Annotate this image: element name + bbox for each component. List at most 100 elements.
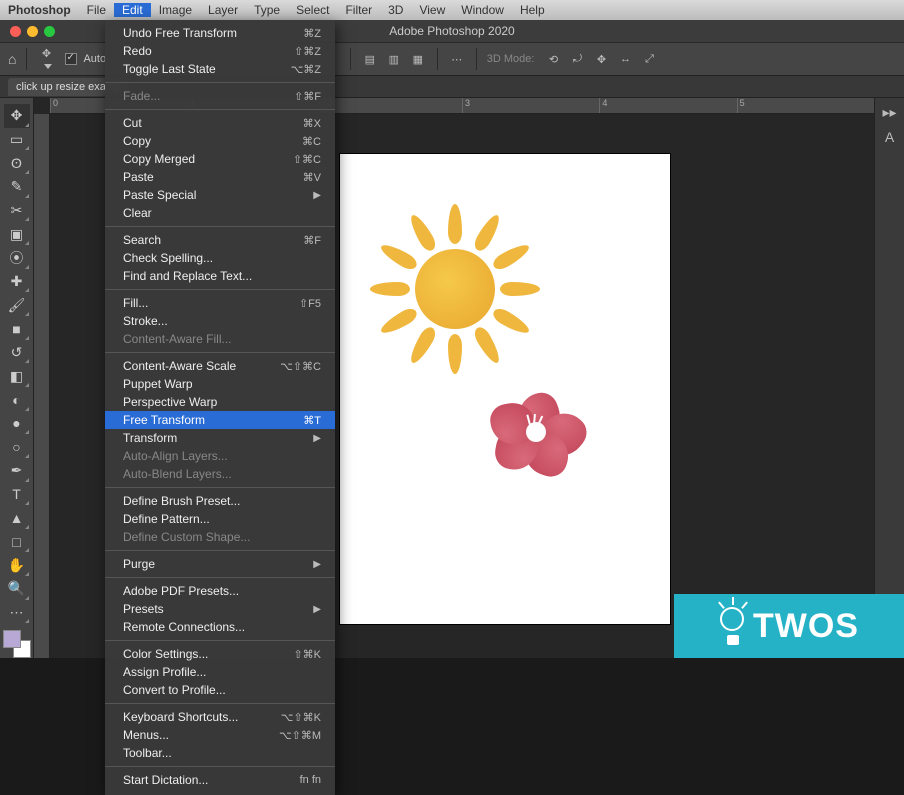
color-swatches[interactable] xyxy=(3,630,31,658)
menu-item-find-and-replace-text[interactable]: Find and Replace Text... xyxy=(105,267,335,285)
type-tool[interactable]: T xyxy=(4,483,30,507)
pen-tool[interactable]: ✒ xyxy=(4,459,30,483)
menu-shortcut: ⇧⌘K xyxy=(293,648,321,661)
menubar-item-window[interactable]: Window xyxy=(453,3,512,17)
3d-slide-icon[interactable]: ↔ xyxy=(616,53,634,65)
lasso-tool[interactable]: ʘ xyxy=(4,151,30,175)
menu-item-puppet-warp[interactable]: Puppet Warp xyxy=(105,375,335,393)
path-select-tool[interactable]: ▲ xyxy=(4,506,30,530)
quick-select-tool[interactable]: ✎ xyxy=(4,175,30,199)
minimize-window-button[interactable] xyxy=(27,26,38,37)
move-tool-indicator-icon[interactable]: ✥ xyxy=(37,47,55,72)
menu-item-assign-profile[interactable]: Assign Profile... xyxy=(105,663,335,681)
align-left-icon[interactable]: ▤ xyxy=(361,53,379,66)
menu-item-copy[interactable]: Copy⌘C xyxy=(105,132,335,150)
sun-ray-shape xyxy=(378,305,420,337)
menu-item-transform[interactable]: Transform▶ xyxy=(105,429,335,447)
menu-item-fill[interactable]: Fill...⇧F5 xyxy=(105,294,335,312)
close-window-button[interactable] xyxy=(10,26,21,37)
menu-item-define-brush-preset[interactable]: Define Brush Preset... xyxy=(105,492,335,510)
menu-item-cut[interactable]: Cut⌘X xyxy=(105,114,335,132)
menu-item-start-dictation[interactable]: Start Dictation...fn fn xyxy=(105,771,335,789)
menu-item-free-transform[interactable]: Free Transform⌘T xyxy=(105,411,335,429)
menu-item-paste-special[interactable]: Paste Special▶ xyxy=(105,186,335,204)
menu-item-auto-blend-layers: Auto-Blend Layers... xyxy=(105,465,335,483)
rectangle-tool[interactable]: □ xyxy=(4,530,30,554)
sun-ray-shape xyxy=(490,240,532,272)
3d-roll-icon[interactable]: ⤾ xyxy=(568,53,586,66)
menubar-item-layer[interactable]: Layer xyxy=(200,3,246,17)
menu-item-content-aware-scale[interactable]: Content-Aware Scale⌥⇧⌘C xyxy=(105,357,335,375)
menu-item-menus[interactable]: Menus...⌥⇧⌘M xyxy=(105,726,335,744)
menubar-item-type[interactable]: Type xyxy=(246,3,288,17)
menu-item-label: Puppet Warp xyxy=(123,377,193,391)
menu-item-convert-to-profile[interactable]: Convert to Profile... xyxy=(105,681,335,699)
menubar-item-3d[interactable]: 3D xyxy=(380,3,411,17)
align-right-icon[interactable]: ▦ xyxy=(409,53,427,66)
blur-tool[interactable]: ● xyxy=(4,412,30,436)
gradient-tool[interactable]: ◐ xyxy=(4,388,30,412)
menu-item-check-spelling[interactable]: Check Spelling... xyxy=(105,249,335,267)
auto-select-option[interactable]: Auto- xyxy=(65,53,109,65)
3d-pan-icon[interactable]: ✥ xyxy=(592,53,610,66)
frame-tool[interactable]: ▣ xyxy=(4,222,30,246)
expand-panel-icon[interactable]: ▸▸ xyxy=(882,104,896,121)
home-icon[interactable]: ⌂ xyxy=(8,51,16,67)
menu-item-adobe-pdf-presets[interactable]: Adobe PDF Presets... xyxy=(105,582,335,600)
menu-item-purge[interactable]: Purge▶ xyxy=(105,555,335,573)
menu-item-perspective-warp[interactable]: Perspective Warp xyxy=(105,393,335,411)
menu-item-clear[interactable]: Clear xyxy=(105,204,335,222)
more-options-icon[interactable]: ⋯ xyxy=(448,53,466,66)
foreground-color-swatch[interactable] xyxy=(3,630,21,648)
eyedropper-tool[interactable]: ⦿ xyxy=(4,246,30,270)
crop-tool[interactable]: ✂ xyxy=(4,199,30,223)
edit-toolbar[interactable]: ⋯ xyxy=(4,601,30,625)
menu-item-stroke[interactable]: Stroke... xyxy=(105,312,335,330)
menu-item-paste[interactable]: Paste⌘V xyxy=(105,168,335,186)
menu-item-toolbar[interactable]: Toolbar... xyxy=(105,744,335,762)
menu-separator xyxy=(105,577,335,578)
menu-item-label: Cut xyxy=(123,116,142,130)
history-brush-tool[interactable]: ↺ xyxy=(4,341,30,365)
document-canvas[interactable] xyxy=(340,154,670,624)
menu-item-define-pattern[interactable]: Define Pattern... xyxy=(105,510,335,528)
menu-item-copy-merged[interactable]: Copy Merged⇧⌘C xyxy=(105,150,335,168)
brush-tool[interactable]: 🖌 xyxy=(4,293,30,317)
menu-item-undo-free-transform[interactable]: Undo Free Transform⌘Z xyxy=(105,24,335,42)
checkbox-icon[interactable] xyxy=(65,53,77,65)
menubar-item-select[interactable]: Select xyxy=(288,3,337,17)
sun-ray-shape xyxy=(490,305,532,337)
align-center-icon[interactable]: ▥ xyxy=(385,53,403,66)
menu-item-search[interactable]: Search⌘F xyxy=(105,231,335,249)
marquee-tool[interactable]: ▭ xyxy=(4,128,30,152)
3d-orbit-icon[interactable]: ⟲ xyxy=(544,53,562,66)
menubar-item-image[interactable]: Image xyxy=(151,3,200,17)
ruler-mark: 5 xyxy=(737,98,874,113)
menu-item-label: Paste Special xyxy=(123,188,196,202)
zoom-window-button[interactable] xyxy=(44,26,55,37)
menu-item-presets[interactable]: Presets▶ xyxy=(105,600,335,618)
dodge-tool[interactable]: ○ xyxy=(4,435,30,459)
eraser-tool[interactable]: ◧ xyxy=(4,364,30,388)
menu-item-redo[interactable]: Redo⇧⌘Z xyxy=(105,42,335,60)
menu-item-define-custom-shape: Define Custom Shape... xyxy=(105,528,335,546)
menu-item-toggle-last-state[interactable]: Toggle Last State⌥⌘Z xyxy=(105,60,335,78)
menu-item-color-settings[interactable]: Color Settings...⇧⌘K xyxy=(105,645,335,663)
hand-tool[interactable]: ✋ xyxy=(4,553,30,577)
separator xyxy=(350,48,351,70)
sun-ray-shape xyxy=(370,282,410,296)
menu-item-keyboard-shortcuts[interactable]: Keyboard Shortcuts...⌥⇧⌘K xyxy=(105,708,335,726)
menubar-item-filter[interactable]: Filter xyxy=(337,3,380,17)
menu-item-label: Perspective Warp xyxy=(123,395,217,409)
menubar-item-help[interactable]: Help xyxy=(512,3,553,17)
healing-tool[interactable]: ✚ xyxy=(4,270,30,294)
3d-zoom-icon[interactable]: ⤢ xyxy=(640,53,658,66)
move-tool[interactable]: ✥ xyxy=(4,104,30,128)
menu-item-remote-connections[interactable]: Remote Connections... xyxy=(105,618,335,636)
stamp-tool[interactable]: ■ xyxy=(4,317,30,341)
menubar-item-file[interactable]: File xyxy=(79,3,114,17)
zoom-tool[interactable]: 🔍 xyxy=(4,577,30,601)
menubar-item-view[interactable]: View xyxy=(411,3,453,17)
glyphs-panel-icon[interactable]: A xyxy=(885,129,894,145)
menubar-item-edit[interactable]: Edit xyxy=(114,3,151,17)
